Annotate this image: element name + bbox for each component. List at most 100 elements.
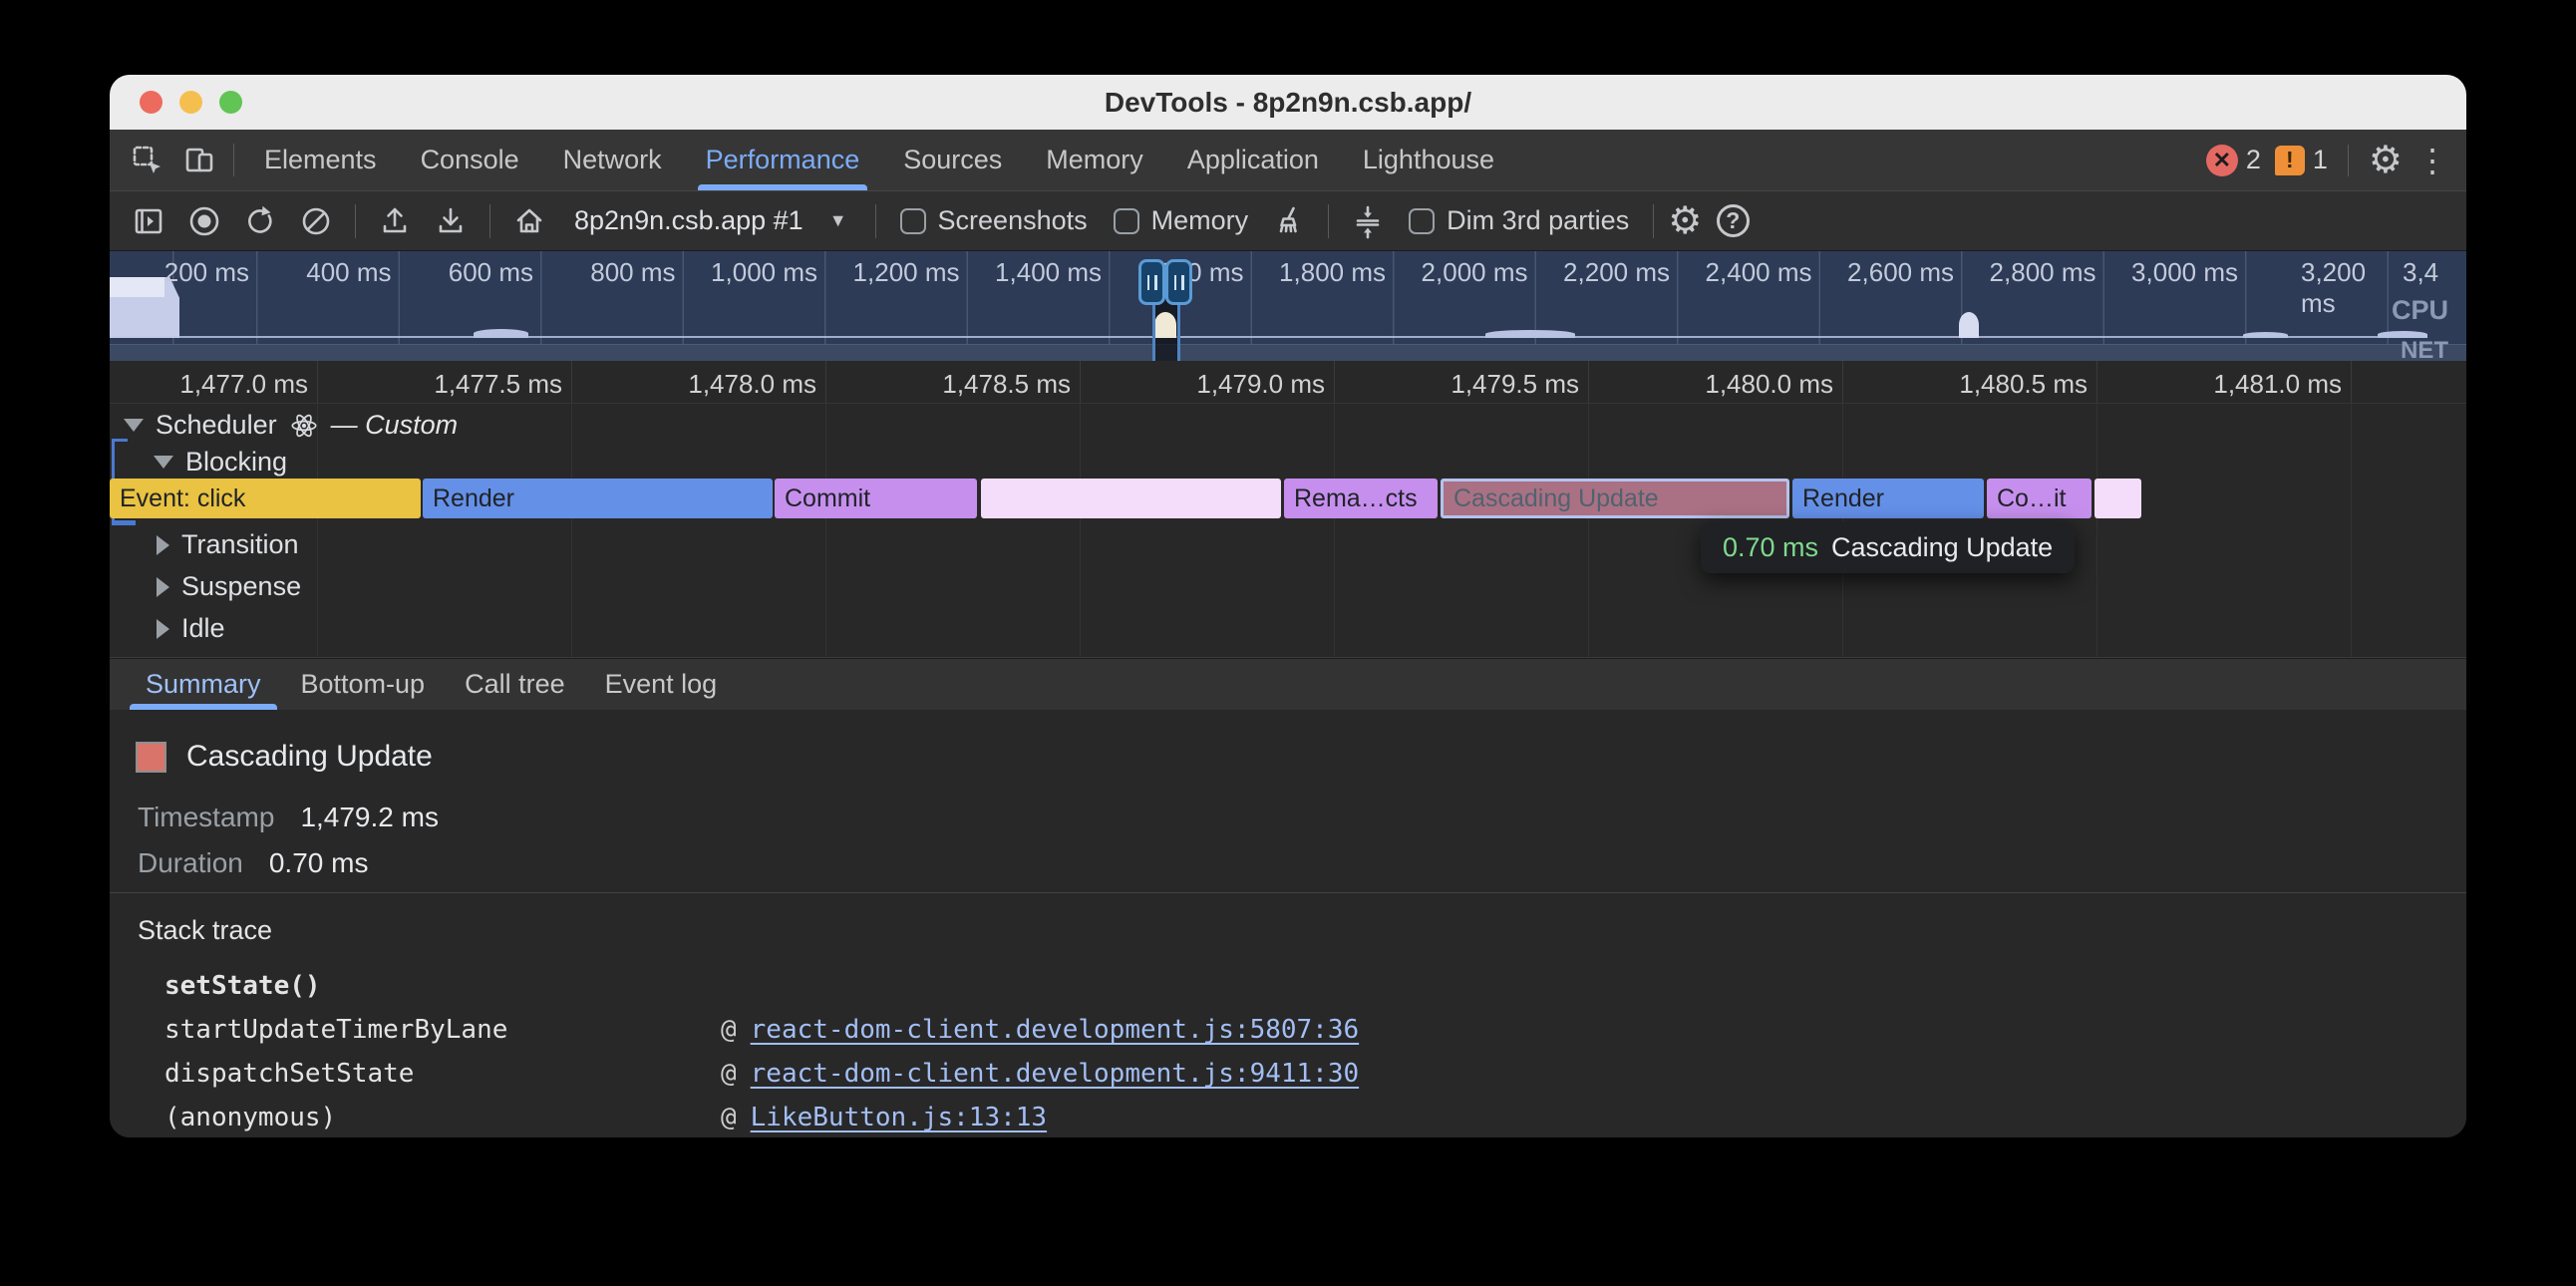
inspect-element-button[interactable] [122,130,173,190]
ruler-tick [1842,361,1843,403]
separator [355,204,356,238]
tab-application[interactable]: Application [1165,130,1341,190]
clear-button[interactable] [291,197,341,245]
memory-label: Memory [1151,205,1249,236]
summary-panel: Cascading Update Timestamp 1,479.2 ms Du… [110,710,2466,1137]
timestamp-row: Timestamp 1,479.2 ms [138,802,439,833]
live-metrics-button[interactable] [504,197,554,245]
timeline-overview[interactable]: 200 ms 400 ms 600 ms 800 ms 1,000 ms 1,2… [110,251,2466,361]
duration-row: Duration 0.70 ms [138,847,368,879]
help-button[interactable]: ? [1708,197,1758,245]
flame-bar-remaining-effects[interactable]: Rema…cts [1284,479,1438,518]
grid-line [317,404,318,657]
ignore-listing-button[interactable] [1343,197,1393,245]
tab-elements[interactable]: Elements [242,130,399,190]
group-selection-bracket-top [112,439,128,442]
upload-icon [377,203,413,239]
collect-garbage-button[interactable] [1264,197,1314,245]
flame-bar-cascading-update[interactable]: Cascading Update [1441,479,1789,518]
history-dropdown[interactable]: 8p2n9n.csb.app #1 ▼ [560,205,861,236]
tab-lighthouse[interactable]: Lighthouse [1341,130,1516,190]
zoom-button[interactable] [219,91,242,114]
details-tabbar: Summary Bottom-up Call tree Event log [110,658,2466,710]
detail-ruler: 1,477.0 ms 1,477.5 ms 1,478.0 ms 1,478.5… [110,361,2466,404]
separator [1328,204,1329,238]
event-tooltip: 0.70 ms Cascading Update [1701,521,2075,573]
frame-source-link[interactable]: LikeButton.js:13:13 [751,1103,1047,1132]
toggle-sidebar-button[interactable] [124,197,173,245]
ruler-label: 1,478.5 ms [942,369,1071,400]
blocking-track-label: Blocking [185,447,287,478]
event-title-row: Cascading Update [136,740,433,774]
flame-bar-render[interactable]: Render [423,479,773,518]
record-button[interactable] [179,197,229,245]
help-icon: ? [1717,204,1750,237]
error-badge[interactable]: ✕ 2 [2206,145,2261,176]
settings-button[interactable]: ⚙ [2369,142,2403,179]
more-menu-button[interactable]: ⋮ [2416,145,2448,176]
device-toolbar-button[interactable] [173,130,225,190]
ruler-label: 1,481.0 ms [2213,369,2342,400]
track-transition[interactable]: Transition [157,529,299,560]
cpu-activity-bump [1959,312,1979,338]
download-icon [433,203,469,239]
idle-track-label: Idle [181,613,225,644]
flame-bar-render[interactable]: Render [1792,479,1984,518]
overview-tick-label: 2,600 ms [1847,257,1954,288]
capture-settings-button[interactable]: ⚙ [1668,202,1702,240]
tab-sources[interactable]: Sources [881,130,1024,190]
screenshots-checkbox[interactable]: Screenshots [890,205,1098,236]
tab-summary[interactable]: Summary [126,659,281,710]
tooltip-duration: 0.70 ms [1723,532,1818,563]
flame-bar-commit[interactable]: Commit [775,479,977,518]
save-profile-button[interactable] [426,197,476,245]
error-icon: ✕ [2206,145,2238,176]
stack-frame: setState() [164,971,721,1001]
tab-performance[interactable]: Performance [684,130,882,190]
frame-function: dispatchSetState [164,1059,721,1089]
flame-bar[interactable] [2094,479,2141,518]
stack-frame: (anonymous) @ LikeButton.js:13:13 [164,1103,1047,1132]
track-idle[interactable]: Idle [157,613,225,644]
flame-bar[interactable] [981,479,1281,518]
timestamp-value: 1,479.2 ms [300,802,439,833]
selection-right-handle[interactable] [1165,259,1192,305]
close-button[interactable] [140,91,162,114]
tab-event-log[interactable]: Event log [585,659,738,710]
stack-trace-heading: Stack trace [138,915,272,946]
ruler-tick [2351,361,2352,403]
flame-bar-event-click[interactable]: Event: click [110,479,421,518]
reload-icon [242,203,278,239]
overview-tick-label: 1,000 ms [711,257,817,288]
track-suspense[interactable]: Suspense [157,571,301,602]
overview-tick-label: 2,400 ms [1706,257,1812,288]
frame-at: @ [721,1103,737,1132]
tab-network[interactable]: Network [541,130,684,190]
frame-source-link[interactable]: react-dom-client.development.js:5807:36 [751,1015,1359,1045]
frame-source-link[interactable]: react-dom-client.development.js:9411:30 [751,1059,1359,1089]
tab-call-tree[interactable]: Call tree [445,659,585,710]
flame-chart[interactable]: Scheduler — Custom Blocking Event: click… [110,404,2466,658]
load-profile-button[interactable] [370,197,420,245]
minimize-button[interactable] [179,91,202,114]
memory-checkbox[interactable]: Memory [1104,205,1259,236]
kebab-menu-icon: ⋮ [2416,145,2448,176]
tab-memory[interactable]: Memory [1024,130,1165,190]
stack-frame: startUpdateTimerByLane @ react-dom-clien… [164,1015,1359,1045]
custom-track-note: — Custom [331,410,459,441]
tab-bottom-up[interactable]: Bottom-up [281,659,446,710]
flame-bar-commit[interactable]: Co…it [1987,479,2092,518]
tab-console[interactable]: Console [399,130,541,190]
dim-3rd-parties-checkbox[interactable]: Dim 3rd parties [1399,205,1639,236]
gear-icon: ⚙ [1668,202,1702,240]
separator [2348,145,2349,176]
group-selection-bracket-bottom [112,520,136,525]
record-and-reload-button[interactable] [235,197,285,245]
issues-badge[interactable]: ! 1 [2275,145,2328,175]
ruler-label: 1,477.5 ms [434,369,562,400]
track-blocking[interactable]: Blocking [154,447,287,478]
selection-left-handle[interactable] [1138,259,1165,305]
chevron-down-icon [154,456,173,469]
track-scheduler[interactable]: Scheduler — Custom [124,410,458,441]
inspect-cursor-icon [130,143,165,178]
